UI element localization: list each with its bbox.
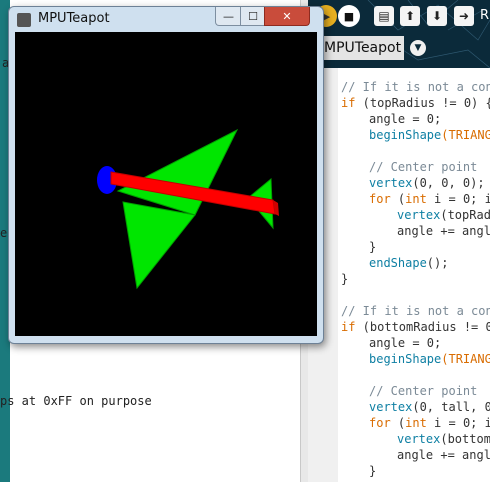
serial-output-line: ps at 0xFF on purpose: [0, 394, 152, 408]
code-token: ();: [426, 256, 449, 270]
code-token: (TRIANGLE: [441, 352, 490, 366]
stop-button[interactable]: ■: [338, 5, 360, 27]
code-token: if: [341, 320, 356, 334]
code-token: (bottomR: [440, 432, 490, 446]
code-line: // Center point: [369, 384, 478, 398]
code-line: }: [369, 240, 377, 254]
export-icon[interactable]: ➜: [454, 6, 474, 26]
code-token: (topRadi: [440, 208, 490, 222]
code-token: vertex: [397, 208, 441, 222]
code-token: for: [369, 192, 391, 206]
code-token: vertex: [369, 400, 413, 414]
minimize-button[interactable]: —: [215, 7, 242, 26]
code-line: // If it is not a cone: [341, 80, 490, 94]
maximize-button[interactable]: ☐: [240, 7, 266, 26]
code-line: }: [341, 272, 349, 286]
render-canvas[interactable]: [15, 32, 317, 336]
code-line: endShape();: [369, 256, 448, 270]
save-icon[interactable]: ⬇: [427, 6, 447, 26]
code-token: endShape: [369, 256, 427, 270]
code-line: vertex(0, tall, 0: [369, 400, 490, 414]
close-button[interactable]: ✕: [264, 7, 310, 26]
code-token: (TRIANGL: [441, 128, 490, 142]
code-token: vertex: [369, 176, 413, 190]
code-token: int: [405, 416, 427, 430]
code-line: if (bottomRadius != 0: [341, 320, 490, 334]
window-titlebar[interactable]: MPUTeapot — ☐ ✕: [9, 7, 323, 31]
code-token: i = 0; i: [426, 416, 490, 430]
code-line: beginShape(TRIANGL: [369, 128, 490, 142]
code-token: if: [341, 96, 356, 110]
code-line: vertex(topRadi: [397, 208, 490, 222]
code-token: (bottomRadius != 0: [355, 320, 490, 334]
code-line: angle += angle: [397, 224, 490, 238]
tab-menu-chevron-icon[interactable]: ▼: [410, 40, 426, 56]
code-token: beginShape: [369, 128, 442, 142]
airplane-3d-render: [97, 128, 279, 290]
code-line: for (int i = 0; i: [369, 416, 490, 430]
code-token: (0, 0, 0);: [412, 176, 485, 190]
wing-lower-shape: [122, 201, 196, 290]
app-icon: [17, 13, 31, 27]
code-token: (topRadius != 0) {: [355, 96, 490, 110]
code-line: // If it is not a cone: [341, 304, 490, 318]
code-token: vertex: [397, 432, 441, 446]
tab-mputeapot[interactable]: MPUTeapot: [318, 36, 404, 60]
code-line: beginShape(TRIANGLE: [369, 352, 490, 366]
code-token: (: [390, 192, 406, 206]
open-icon[interactable]: ⬆: [400, 6, 420, 26]
window-title: MPUTeapot: [38, 11, 110, 26]
code-line: // Center point: [369, 160, 478, 174]
code-token: for: [369, 416, 391, 430]
code-line: angle += angle: [397, 448, 490, 462]
code-line: angle = 0;: [369, 112, 442, 126]
code-token: i = 0; i: [426, 192, 490, 206]
code-line: for (int i = 0; i: [369, 192, 490, 206]
code-line: if (topRadius != 0) {: [341, 96, 490, 110]
code-line: vertex(bottomR: [397, 432, 490, 446]
code-token: beginShape: [369, 352, 442, 366]
code-line: angle = 0;: [369, 336, 442, 350]
code-token: int: [405, 192, 427, 206]
new-icon[interactable]: ▤: [374, 6, 394, 26]
code-line: }: [369, 464, 377, 478]
sketch-window: MPUTeapot — ☐ ✕: [8, 6, 324, 344]
toolbar-label-partial: R: [480, 8, 490, 23]
code-token: (0, tall, 0: [412, 400, 490, 414]
code-line: vertex(0, 0, 0);: [369, 176, 485, 190]
code-token: (: [390, 416, 406, 430]
